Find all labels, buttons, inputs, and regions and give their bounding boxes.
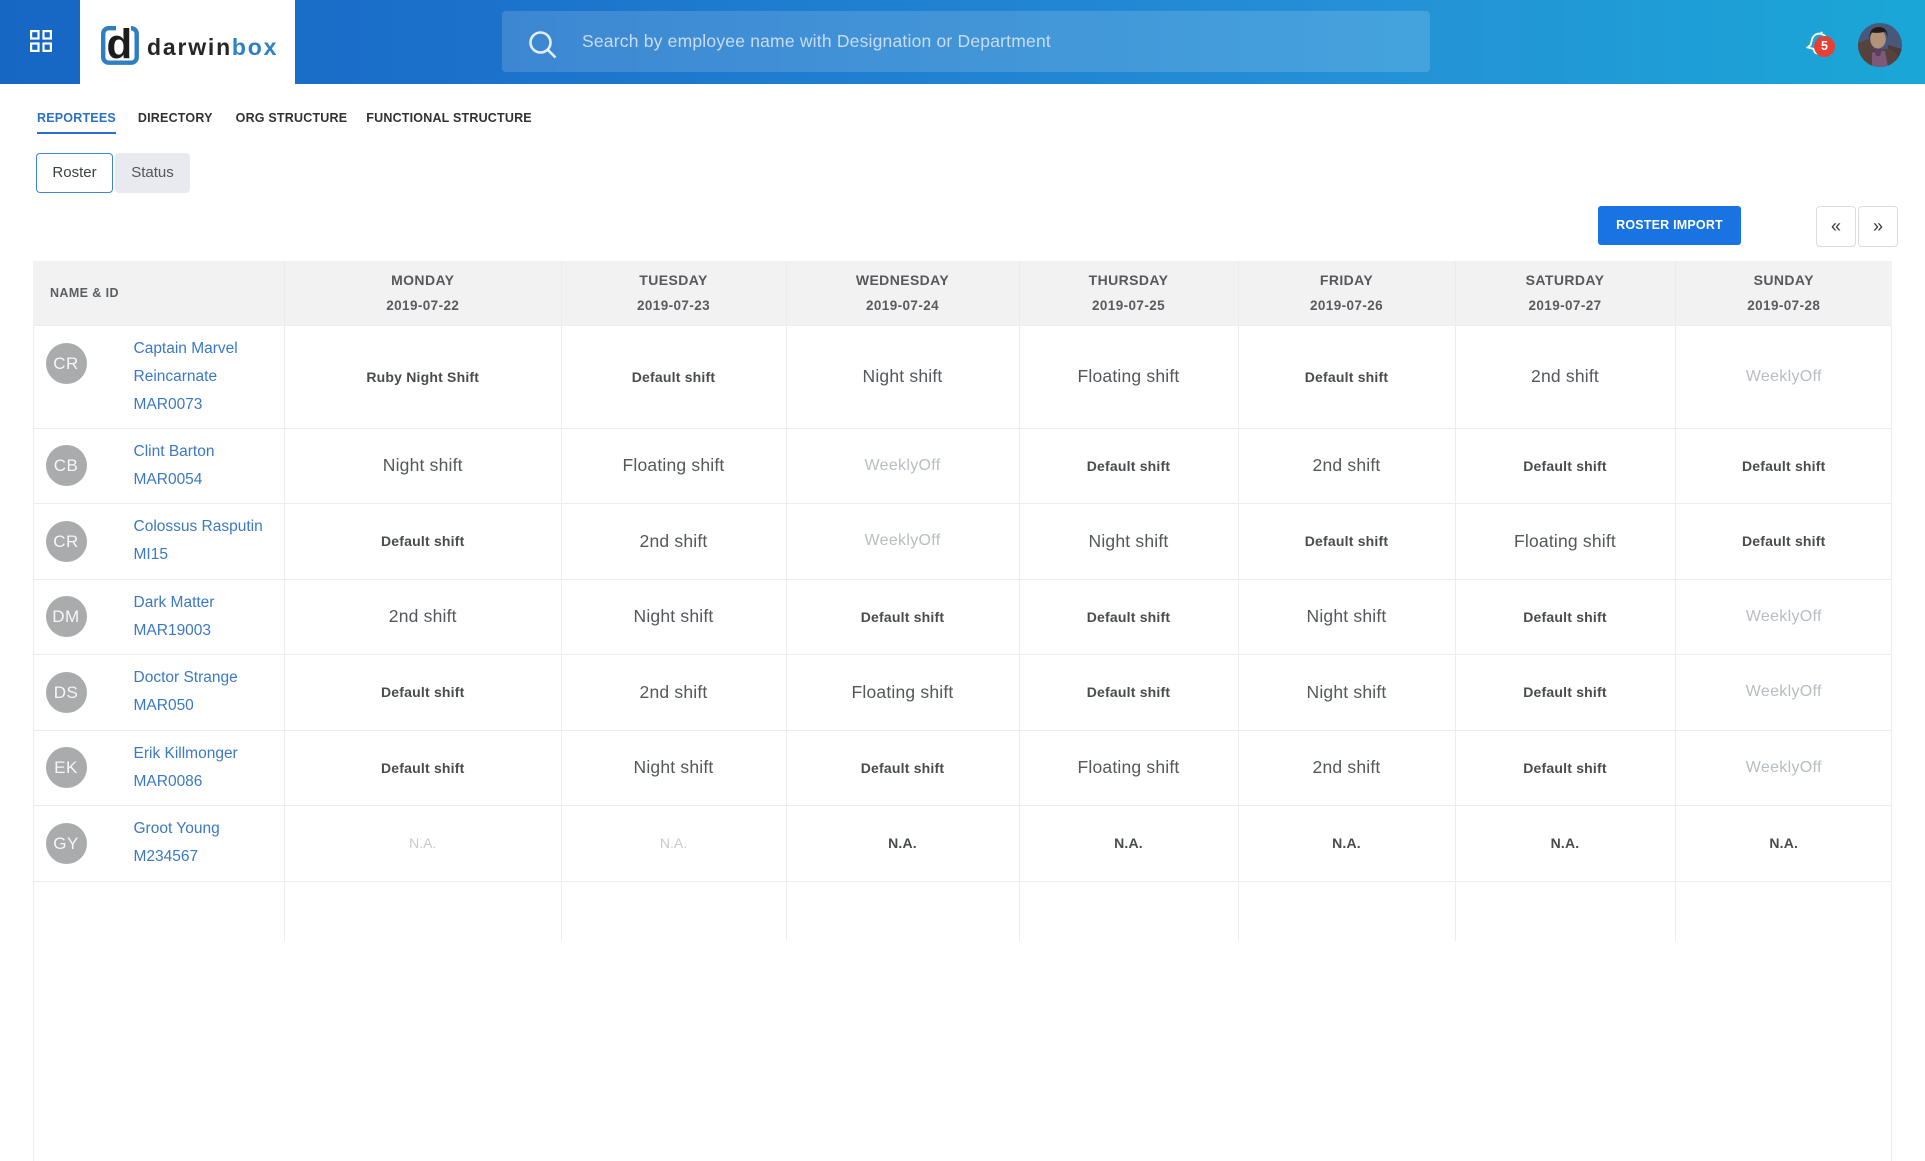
svg-text:d: d [107,26,133,65]
